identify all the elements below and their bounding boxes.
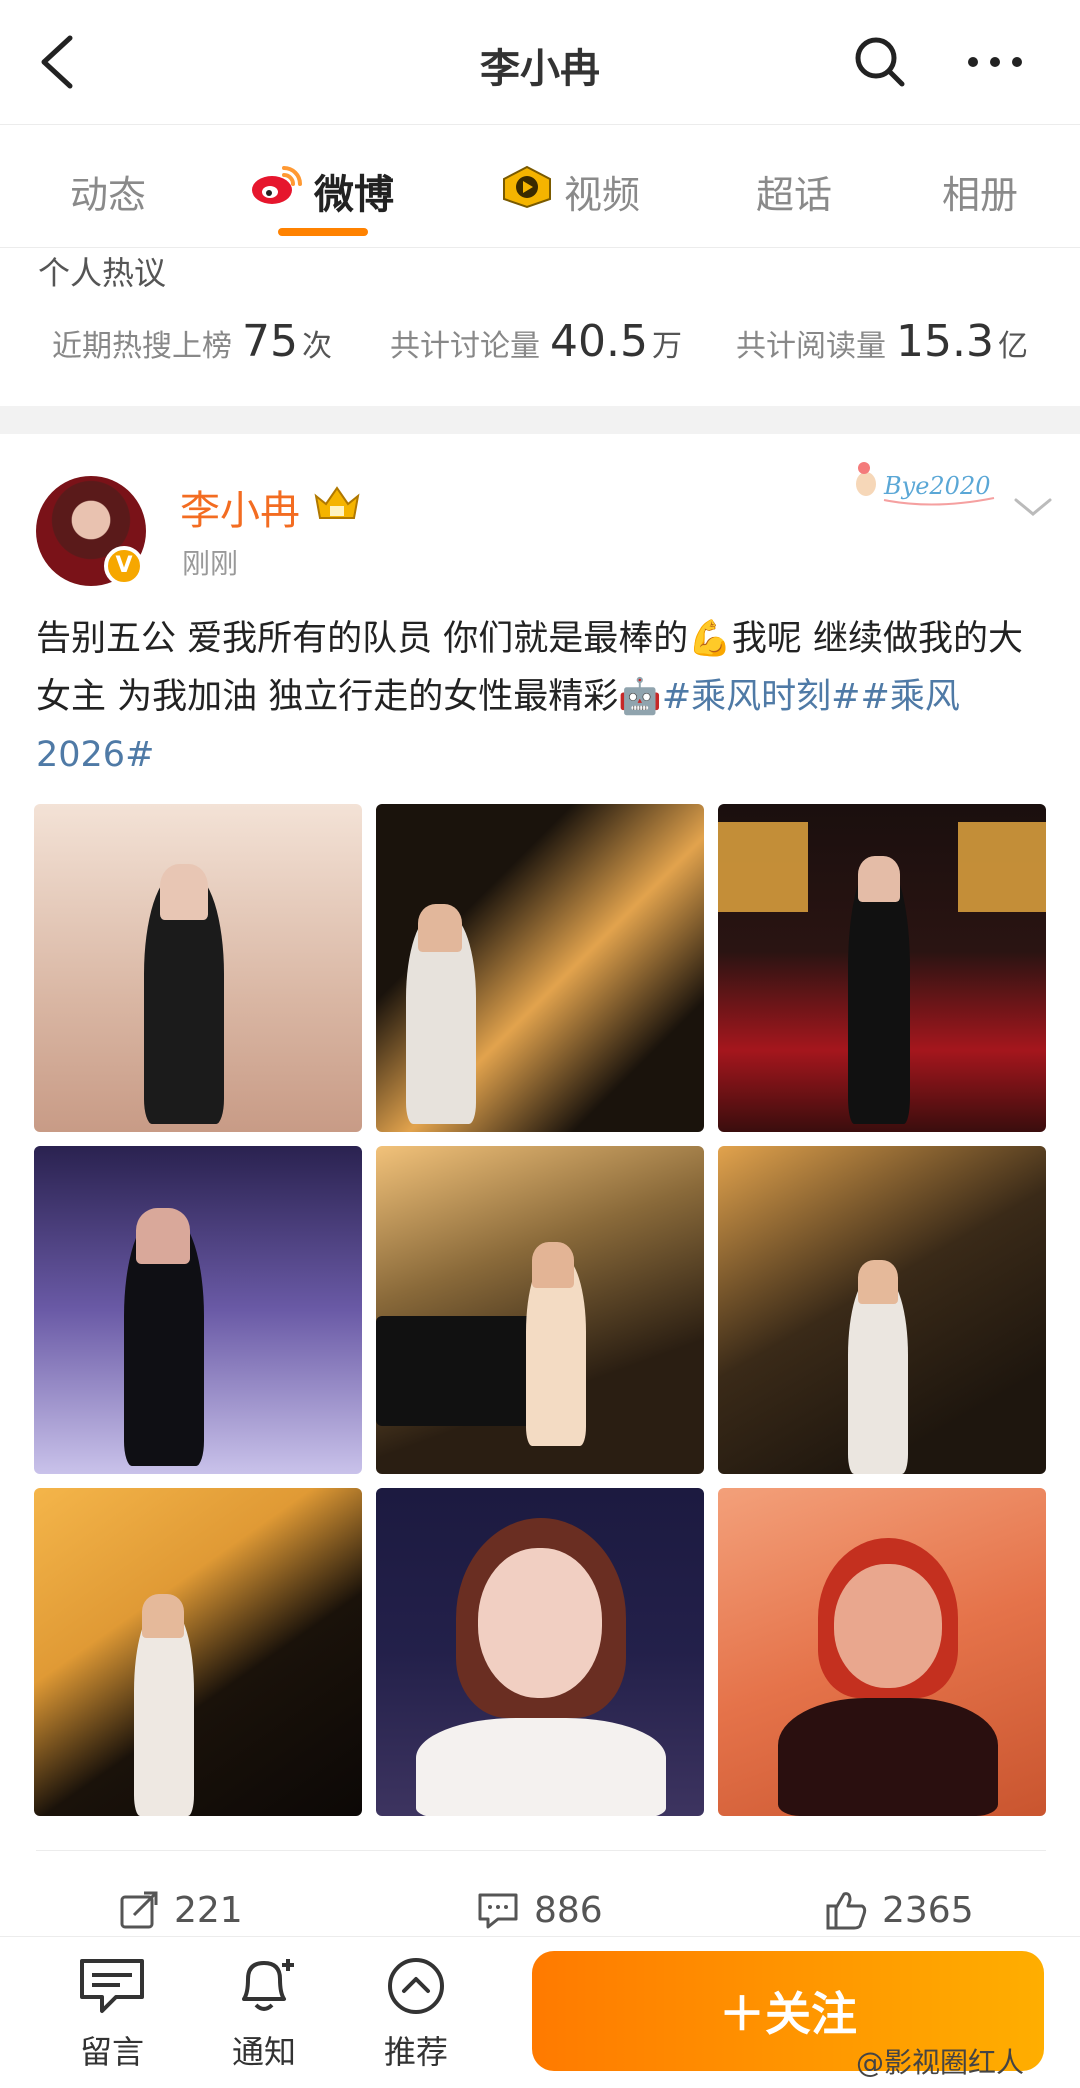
- tab-video[interactable]: 视频: [500, 163, 640, 219]
- message-label: 留言: [79, 2033, 144, 2071]
- photo-8[interactable]: [376, 1488, 704, 1816]
- tab-super-topic[interactable]: 超话: [756, 163, 832, 219]
- repost-icon: [120, 1891, 158, 1929]
- page-title: 李小冉: [480, 46, 600, 92]
- post-time: 刚刚: [182, 547, 239, 580]
- watermark: @影视圈红人: [856, 2046, 1025, 2079]
- bell-plus-icon: [242, 1959, 294, 2011]
- profile-tabs: 动态 微博 视频 超话 相册: [0, 124, 1080, 248]
- recommend-button[interactable]: 推荐: [366, 1955, 466, 2073]
- discussion-stat[interactable]: 共计讨论量 40.5 万: [390, 316, 682, 367]
- photo-3[interactable]: [718, 804, 1046, 1132]
- top-bar: 李小冉: [0, 0, 1080, 124]
- verified-badge-icon: V: [104, 546, 144, 586]
- badge-text: Bye2020: [883, 472, 990, 500]
- recommend-label: 推荐: [383, 2033, 448, 2071]
- tab-dynamic[interactable]: 动态: [70, 163, 146, 219]
- read-count-stat[interactable]: 共计阅读量 15.3 亿: [736, 316, 1028, 367]
- repost-button[interactable]: 221: [118, 1880, 243, 1940]
- search-icon[interactable]: [850, 32, 910, 92]
- tab-label: 动态: [70, 172, 147, 217]
- repost-count: 221: [174, 1889, 243, 1931]
- photo-1[interactable]: [34, 804, 362, 1132]
- thumbs-up-icon: [826, 1892, 867, 1930]
- tab-label: 相册: [942, 172, 1019, 217]
- like-button[interactable]: 2365: [824, 1880, 974, 1940]
- hot-search-stat[interactable]: 近期热搜上榜 75 次: [52, 316, 332, 367]
- tab-label: 视频: [564, 172, 641, 217]
- post-card: V 李小冉 刚刚 Bye2020 告别五公 爱我所有的队员 你们就是最棒的💪我呢…: [0, 434, 1080, 1934]
- notify-label: 通知: [231, 2033, 296, 2071]
- stat-unit: 次: [302, 329, 332, 364]
- tab-album[interactable]: 相册: [942, 163, 1018, 219]
- chevron-down-icon[interactable]: [1012, 492, 1054, 522]
- tab-label: 微博: [314, 172, 394, 218]
- stat-unit: 万: [651, 329, 682, 364]
- stat-label: 共计讨论量: [390, 329, 540, 364]
- message-button[interactable]: 留言: [62, 1955, 162, 2073]
- active-tab-indicator: [278, 228, 368, 236]
- stat-label: 共计阅读量: [736, 329, 886, 364]
- stat-value: 15.3: [896, 316, 994, 367]
- vip-crown-icon: [312, 484, 362, 524]
- weibo-logo-icon: [250, 164, 304, 218]
- photo-6[interactable]: [718, 1146, 1046, 1474]
- stat-value: 40.5: [550, 316, 648, 367]
- hot-discussion-title: 个人热议: [38, 254, 167, 292]
- hot-discussion-panel: 个人热议 近期热搜上榜 75 次 共计讨论量 40.5 万 共计阅读量 15.3…: [0, 248, 1080, 406]
- bottom-bar: 留言 通知 推荐 ＋关注 @影视圈红人: [0, 1936, 1080, 2088]
- photo-4[interactable]: [34, 1146, 362, 1474]
- comment-count: 886: [534, 1889, 603, 1931]
- hashtag-link[interactable]: #乘风时刻#: [662, 677, 861, 717]
- post-author-name[interactable]: 李小冉: [180, 478, 300, 536]
- stat-label: 近期热搜上榜: [52, 329, 232, 364]
- stat-value: 75: [242, 316, 298, 367]
- photo-7[interactable]: [34, 1488, 362, 1816]
- tab-weibo[interactable]: 微博: [250, 163, 394, 219]
- photo-2[interactable]: [376, 804, 704, 1132]
- section-divider: [0, 406, 1080, 434]
- like-count: 2365: [882, 1889, 974, 1931]
- tab-label: 超话: [756, 172, 833, 217]
- post-text: 告别五公 爱我所有的队员 你们就是最棒的💪我呢 继续做我的大女主 为我加油 独立…: [36, 610, 1046, 784]
- notify-button[interactable]: 通知: [214, 1955, 314, 2073]
- more-icon[interactable]: [960, 32, 1030, 92]
- bye2020-badge: Bye2020: [844, 454, 1004, 514]
- photo-5[interactable]: [376, 1146, 704, 1474]
- comment-icon: [478, 1893, 518, 1929]
- photo-grid: [34, 804, 1046, 1816]
- comment-button[interactable]: 886: [476, 1880, 603, 1940]
- video-play-icon: [500, 165, 554, 218]
- actions-divider: [36, 1850, 1046, 1851]
- chevron-up-circle-icon: [388, 1958, 444, 2014]
- photo-9[interactable]: [718, 1488, 1046, 1816]
- message-icon: [80, 1959, 144, 2013]
- stat-unit: 亿: [997, 329, 1028, 364]
